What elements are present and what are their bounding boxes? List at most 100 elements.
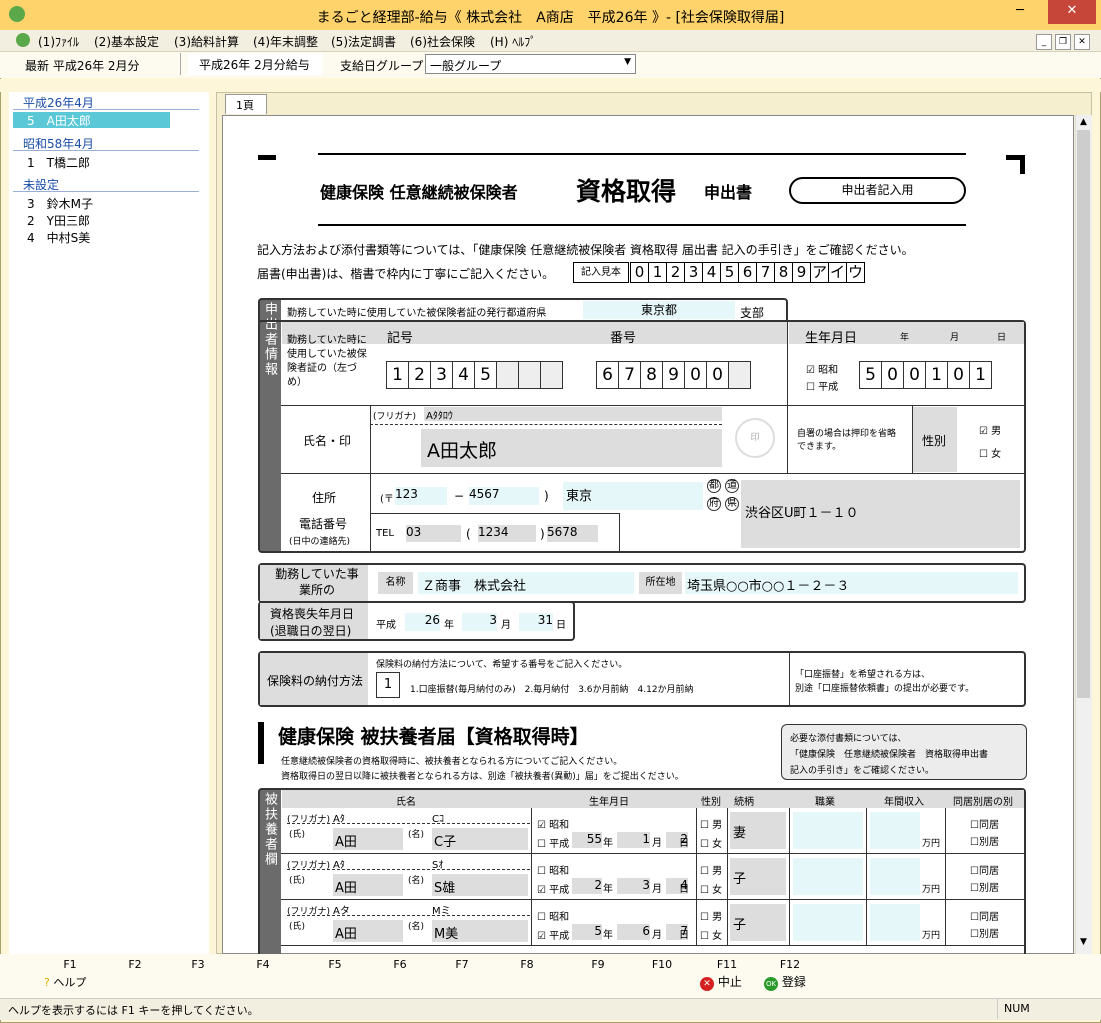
fkey-11[interactable]: F11 [712, 958, 742, 971]
payroll-period[interactable]: 平成26年 2月分給与 [188, 53, 323, 75]
mdi-minimize-button[interactable]: _ [1036, 34, 1052, 50]
digit-cell[interactable]: 3 [430, 361, 453, 389]
male-check[interactable]: ☐ 男 [700, 816, 722, 831]
register-button[interactable]: OK 登録 [764, 973, 806, 991]
scrollbar-thumb[interactable] [1077, 130, 1090, 698]
dep-relation[interactable]: 妻 [730, 812, 786, 849]
close-button[interactable]: ✕ [1048, 0, 1096, 24]
office-name-field[interactable]: Ｚ商事 株式会社 [418, 572, 634, 594]
sidebar-item[interactable]: 3 鈴木M子 [27, 195, 93, 212]
menu-social-ins[interactable]: (6)社会保険 [410, 33, 475, 50]
digit-cell[interactable]: 5 [474, 361, 497, 389]
tel3-field[interactable]: 5678 [547, 525, 598, 542]
digit-cell[interactable]: 2 [408, 361, 431, 389]
zip2-field[interactable]: 4567 [469, 487, 539, 505]
menu-legal[interactable]: (5)法定調書 [331, 33, 396, 50]
heisei-check[interactable]: ☑ 平成 [537, 881, 569, 896]
dep-income[interactable] [870, 904, 920, 941]
dep-last-name[interactable]: A田 [333, 828, 403, 850]
same-house-check[interactable]: ☐同居 [970, 816, 999, 831]
digit-cell[interactable]: 5 [859, 361, 882, 389]
menu-pay-calc[interactable]: (3)給料計算 [174, 33, 239, 50]
name-field[interactable]: A田太郎 [421, 429, 722, 467]
female-check[interactable]: ☐ 女 [979, 445, 1001, 460]
office-loc-field[interactable]: 埼玉県○○市○○１－２－３ [685, 572, 1018, 594]
dep-income[interactable] [870, 858, 920, 895]
zip1-field[interactable]: 123 [395, 487, 447, 505]
digit-cell[interactable] [496, 361, 519, 389]
digit-cell[interactable] [518, 361, 541, 389]
dep-first-name[interactable]: C子 [432, 828, 528, 850]
dep-relation[interactable]: 子 [730, 858, 786, 895]
separate-house-check[interactable]: ☐別居 [970, 879, 999, 894]
pref-field[interactable]: 東京都 [583, 301, 735, 319]
fkey-10[interactable]: F10 [647, 958, 677, 971]
heisei-check[interactable]: ☐ 平成 [537, 835, 569, 850]
dep-birth-year[interactable]: 5 [572, 924, 602, 940]
male-check[interactable]: ☑ 男 [979, 422, 1001, 437]
digit-cell[interactable]: 0 [903, 361, 926, 389]
fkey-8[interactable]: F8 [512, 958, 542, 971]
dep-job[interactable] [793, 904, 863, 941]
female-check[interactable]: ☐ 女 [700, 835, 722, 850]
digit-cell[interactable]: 4 [452, 361, 475, 389]
separate-house-check[interactable]: ☐別居 [970, 833, 999, 848]
loss-year-field[interactable]: 26 [405, 613, 440, 631]
minimize-button[interactable]: ─ [1003, 0, 1037, 24]
dep-first-name[interactable]: M美 [432, 920, 528, 942]
stop-button[interactable]: ✕ 中止 [700, 973, 742, 991]
showa-check[interactable]: ☐ 昭和 [537, 908, 569, 923]
dep-last-name[interactable]: A田 [333, 920, 403, 942]
dep-income[interactable] [870, 812, 920, 849]
dep-birth-month[interactable]: 3 [617, 878, 650, 894]
dep-birth-year[interactable]: 55 [572, 832, 602, 848]
digit-cell[interactable]: 8 [640, 361, 663, 389]
fkey-1[interactable]: F1 [55, 958, 85, 971]
dep-last-name[interactable]: A田 [333, 874, 403, 896]
heisei-check[interactable]: ☐ 平成 [806, 378, 838, 393]
dep-job[interactable] [793, 812, 863, 849]
fkey-2[interactable]: F2 [120, 958, 150, 971]
digit-cell[interactable]: 1 [386, 361, 409, 389]
digit-cell[interactable]: 1 [969, 361, 992, 389]
fkey-3[interactable]: F3 [183, 958, 213, 971]
menu-app-icon[interactable] [16, 33, 30, 47]
digit-cell[interactable]: 9 [662, 361, 685, 389]
digit-cell[interactable]: 0 [947, 361, 970, 389]
help-fbutton[interactable]: ? ヘルプ [44, 974, 86, 990]
dep-birth-month[interactable]: 6 [617, 924, 650, 940]
same-house-check[interactable]: ☐同居 [970, 908, 999, 923]
digit-cell[interactable]: 1 [925, 361, 948, 389]
tel2-field[interactable]: 1234 [478, 525, 536, 542]
fkey-7[interactable]: F7 [447, 958, 477, 971]
menu-year-end[interactable]: (4)年末調整 [253, 33, 318, 50]
tel1-field[interactable]: 03 [406, 525, 461, 542]
digit-cell[interactable]: 7 [618, 361, 641, 389]
sidebar-item[interactable]: 2 Y田三郎 [27, 212, 90, 229]
address-field[interactable]: 渋谷区U町１－１０ [741, 480, 1020, 548]
mdi-restore-button[interactable]: ❐ [1055, 34, 1071, 50]
tab-page-1[interactable]: 1頁 [225, 94, 267, 114]
group-select[interactable]: 一般グループ ▼ [425, 54, 636, 74]
same-house-check[interactable]: ☐同居 [970, 862, 999, 877]
fkey-6[interactable]: F6 [385, 958, 415, 971]
dep-job[interactable] [793, 858, 863, 895]
sidebar-item[interactable]: 4 中村S美 [27, 229, 90, 246]
dep-birth-year[interactable]: 2 [572, 878, 602, 894]
heisei-check[interactable]: ☑ 平成 [537, 927, 569, 942]
dep-first-name[interactable]: S雄 [432, 874, 528, 896]
sidebar-item[interactable]: 1 T橋二郎 [27, 154, 90, 171]
showa-check[interactable]: ☑ 昭和 [537, 816, 569, 831]
kigou-cells[interactable]: 12345 [386, 361, 563, 389]
fkey-12[interactable]: F12 [775, 958, 805, 971]
fkey-9[interactable]: F9 [583, 958, 613, 971]
pref-address-field[interactable]: 東京 [563, 482, 703, 510]
fkey-5[interactable]: F5 [320, 958, 350, 971]
bangou-cells[interactable]: 678900 [596, 361, 751, 389]
fkey-4[interactable]: F4 [248, 958, 278, 971]
loss-month-field[interactable]: 3 [462, 613, 497, 631]
birth-cells[interactable]: 500101 [859, 361, 992, 389]
showa-check[interactable]: ☐ 昭和 [537, 862, 569, 877]
furigana-field[interactable]: Aﾀﾀﾛｳ [424, 407, 722, 422]
digit-cell[interactable] [540, 361, 563, 389]
